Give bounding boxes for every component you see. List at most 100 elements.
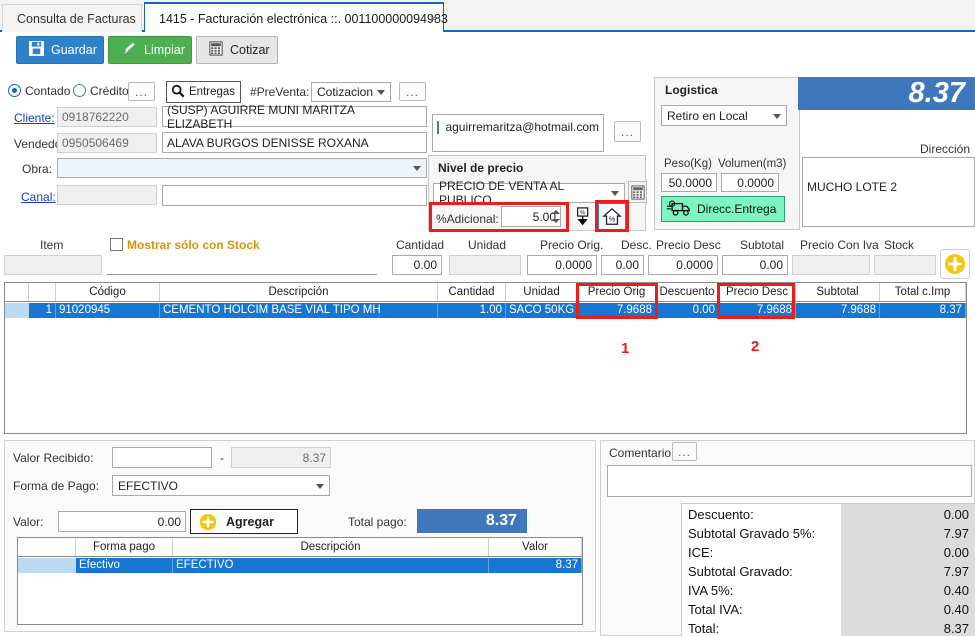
- apply-price-down-button[interactable]: %: [572, 204, 596, 229]
- entry-item-desc[interactable]: [107, 255, 377, 275]
- clear-button-label: Limpiar: [144, 43, 185, 57]
- col-descuento[interactable]: Descuento: [656, 283, 719, 301]
- agregar-button[interactable]: Agregar: [190, 509, 298, 534]
- save-disk-icon: [29, 41, 44, 59]
- comentario-more-button[interactable]: ...: [672, 442, 697, 461]
- entry-precio-orig[interactable]: 0.0000: [527, 255, 597, 275]
- canal-name-field[interactable]: [162, 185, 427, 206]
- entry-unidad[interactable]: [449, 255, 521, 275]
- cliente-type-more-button[interactable]: ...: [128, 82, 155, 101]
- radio-contado[interactable]: [8, 84, 21, 97]
- quote-button-label: Cotizar: [230, 43, 270, 57]
- radio-contado-label: Contado: [25, 84, 71, 98]
- entry-cantidad[interactable]: 0.00: [392, 255, 442, 275]
- add-item-button[interactable]: [940, 249, 970, 279]
- direccion-entrega-button[interactable]: Direcc.Entrega: [661, 196, 785, 222]
- pay-col-descripcion[interactable]: Descripción: [173, 538, 489, 556]
- preventa-select[interactable]: Cotizacion: [311, 82, 391, 102]
- entry-label-desc: Desc.: [621, 238, 652, 252]
- quote-button[interactable]: Cotizar: [196, 36, 278, 64]
- preventa-more-button[interactable]: ...: [399, 82, 426, 101]
- cambio-field: 8.37: [231, 447, 331, 468]
- cliente-name-field[interactable]: (SUSP) AGUIRRE MUNI MARITZA ELIZABETH: [162, 103, 427, 131]
- adicional-spinner[interactable]: [551, 206, 561, 227]
- valor-input[interactable]: 0.00: [58, 511, 186, 532]
- email-field-container[interactable]: aguirremaritza@hotmail.com: [432, 114, 604, 152]
- entry-precio-desc[interactable]: 0.0000: [648, 255, 718, 275]
- col-cantidad[interactable]: Cantidad: [438, 283, 506, 301]
- direccion-label: Dirección: [920, 142, 971, 156]
- cell-row-number: 1: [29, 303, 56, 318]
- price-calculator-button[interactable]: [628, 181, 647, 203]
- total-row-total: Total: 8.37: [682, 620, 975, 636]
- valor-recibido-label: Valor Recibido:: [13, 451, 94, 465]
- canal-label[interactable]: Canal:: [21, 190, 56, 204]
- cliente-id-field[interactable]: 0918762220: [57, 107, 157, 127]
- col-total-imp[interactable]: Total c.Imp: [880, 283, 966, 301]
- forma-pago-value: EFECTIVO: [118, 478, 179, 493]
- volumen-field[interactable]: 0.0000: [721, 173, 779, 192]
- col-descripcion[interactable]: Descripción: [160, 283, 438, 301]
- tab-bar: Consulta de Facturas 1415 - Facturación …: [0, 0, 975, 32]
- totals-box: Descuento: 0.00 Subtotal Gravado 5%: 7.9…: [681, 503, 975, 636]
- vendedor-id-field[interactable]: 0950506469: [57, 133, 157, 153]
- radio-credito-label: Crédito: [90, 84, 129, 98]
- cell-subtotal: 7.9688: [796, 303, 880, 318]
- valor-recibido-input[interactable]: [112, 447, 212, 468]
- chevron-down-icon: [377, 90, 385, 95]
- home-price-button[interactable]: %: [598, 203, 626, 230]
- total-label: ICE:: [688, 545, 714, 560]
- clear-button[interactable]: Limpiar: [108, 36, 192, 64]
- entry-item-code[interactable]: [4, 255, 102, 275]
- total-row-descuento: Descuento: 0.00: [682, 506, 975, 524]
- obra-select[interactable]: [57, 158, 427, 178]
- apply-down-icon: %: [577, 206, 589, 225]
- tab-facturacion-electronica[interactable]: 1415 - Facturación electrónica ::. 00110…: [144, 2, 448, 34]
- entregas-button[interactable]: Entregas: [166, 81, 241, 103]
- radio-credito[interactable]: [73, 84, 86, 97]
- save-button[interactable]: Guardar: [16, 36, 104, 64]
- col-subtotal[interactable]: Subtotal: [796, 283, 880, 301]
- col-precio-orig[interactable]: Precio Orig: [578, 283, 656, 301]
- total-label: Subtotal Gravado:: [688, 564, 793, 579]
- entry-label-cantidad: Cantidad: [396, 238, 445, 252]
- cell-codigo: 91020945: [56, 303, 160, 318]
- col-precio-desc[interactable]: Precio Desc: [719, 283, 796, 301]
- invoice-application-window: Consulta de Facturas 1415 - Facturación …: [0, 0, 975, 636]
- pay-col-forma[interactable]: Forma pago: [76, 538, 173, 556]
- forma-pago-select[interactable]: EFECTIVO: [112, 475, 330, 496]
- entry-subtotal[interactable]: 0.00: [722, 255, 788, 275]
- detail-grid[interactable]: Código Descripción Cantidad Unidad Preci…: [4, 282, 967, 434]
- logistica-mode-select[interactable]: Retiro en Local: [661, 105, 787, 126]
- total-banner: 8.37: [798, 77, 975, 110]
- pay-col-valor[interactable]: Valor: [489, 538, 582, 556]
- stock-only-checkbox[interactable]: [110, 238, 123, 251]
- annotation-number-1: 1: [621, 340, 630, 357]
- table-row[interactable]: 1 91020945 CEMENTO HOLCIM BASE VIAL TIPO…: [29, 303, 966, 318]
- email-checkbox[interactable]: [437, 120, 451, 134]
- entry-desc[interactable]: 0.00: [601, 255, 644, 275]
- payment-row-selector[interactable]: [18, 558, 76, 573]
- col-unidad[interactable]: Unidad: [506, 283, 578, 301]
- payment-table-row[interactable]: Efectivo EFECTIVO 8.37: [76, 558, 582, 573]
- canal-id-field[interactable]: [57, 185, 157, 205]
- obra-label: Obra:: [22, 162, 53, 176]
- comentario-textarea[interactable]: [607, 465, 972, 497]
- row-selector-cell[interactable]: [5, 303, 29, 318]
- pay-cell-valor: 8.37: [489, 558, 582, 573]
- price-level-select[interactable]: PRECIO DE VENTA AL PUBLICO: [433, 179, 625, 207]
- peso-field[interactable]: 50.0000: [661, 173, 717, 192]
- vendedor-name-field[interactable]: ALAVA BURGOS DENISSE ROXANA: [162, 132, 427, 153]
- adicional-label: %Adicional:: [436, 212, 499, 226]
- direccion-textarea[interactable]: MUCHO LOTE 2: [802, 157, 975, 227]
- close-icon[interactable]: ×: [429, 4, 437, 34]
- tab-consulta-facturas[interactable]: Consulta de Facturas: [2, 4, 142, 32]
- col-codigo[interactable]: Código: [56, 283, 160, 301]
- entry-precio-con-iva[interactable]: [792, 255, 870, 275]
- pay-cell-descripcion: EFECTIVO: [173, 558, 489, 573]
- email-more-button[interactable]: ...: [614, 121, 641, 142]
- cliente-label[interactable]: Cliente:: [14, 111, 55, 125]
- entry-stock[interactable]: [874, 255, 936, 275]
- payment-grid[interactable]: Forma pago Descripción Valor Efectivo EF…: [17, 537, 583, 625]
- total-label: Total IVA:: [688, 602, 743, 617]
